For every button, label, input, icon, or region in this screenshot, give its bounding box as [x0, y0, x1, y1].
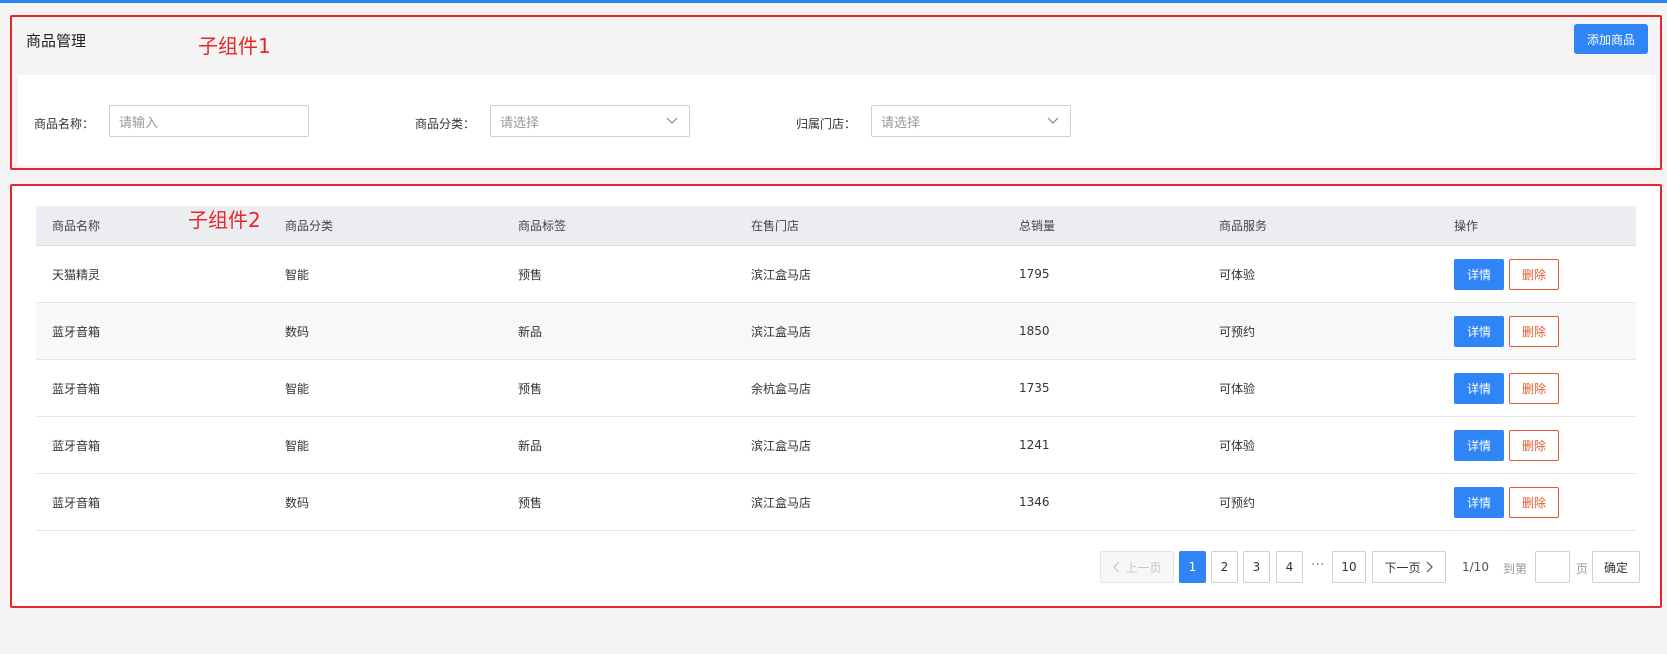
annotation-label-2: 子组件2 — [188, 208, 261, 232]
annotation-box-2 — [10, 184, 1662, 608]
top-accent-bar — [0, 0, 1667, 3]
annotation-label-1: 子组件1 — [198, 34, 271, 58]
